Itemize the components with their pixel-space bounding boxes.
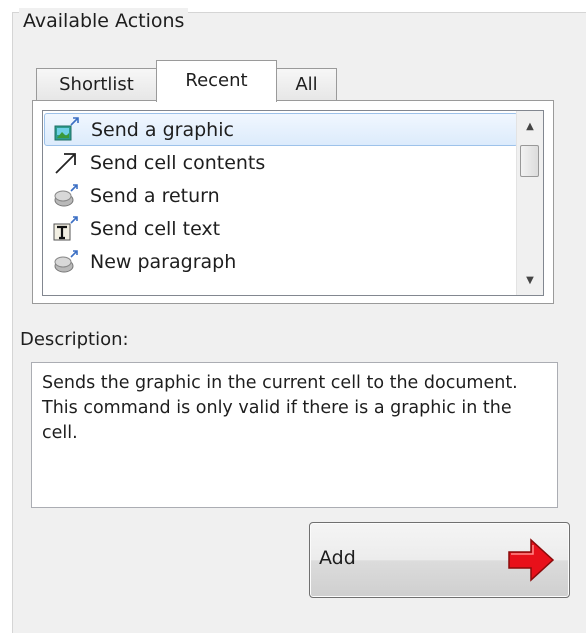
- text-send-icon: [53, 215, 79, 242]
- list-item-label: Send cell text: [90, 217, 221, 240]
- list-item-label: New paragraph: [90, 250, 237, 273]
- add-button-label: Add: [319, 547, 356, 569]
- list-item-label: Send a return: [90, 184, 220, 207]
- scroll-down-arrow-icon[interactable]: ▼: [517, 267, 543, 293]
- available-actions-panel: Available Actions Shortlist Recent All S…: [0, 0, 586, 633]
- tab-shortlist[interactable]: Shortlist: [36, 68, 157, 101]
- stapler-icon: [53, 183, 79, 209]
- stapler-icon: [53, 249, 79, 275]
- tab-panel-recent: Send a graphic Send cell contents Send a…: [32, 100, 554, 304]
- list-item-send-a-return[interactable]: Send a return: [44, 179, 518, 212]
- description-label: Description:: [20, 329, 129, 350]
- add-button[interactable]: Add: [309, 522, 570, 598]
- list-item-label: Send cell contents: [90, 151, 266, 174]
- tab-recent[interactable]: Recent: [156, 60, 277, 102]
- list-item-send-cell-contents[interactable]: Send cell contents: [44, 146, 518, 179]
- list-item-label: Send a graphic: [91, 118, 234, 141]
- scroll-up-arrow-icon[interactable]: ▲: [517, 113, 543, 139]
- description-text: Sends the graphic in the current cell to…: [31, 362, 558, 508]
- group-box-title: Available Actions: [19, 8, 189, 34]
- list-item-send-a-graphic[interactable]: Send a graphic: [44, 113, 518, 146]
- list-item-new-paragraph[interactable]: New paragraph: [44, 245, 518, 278]
- red-arrow-right-icon: [507, 537, 555, 583]
- list-item-send-cell-text[interactable]: Send cell text: [44, 212, 518, 245]
- graphic-send-icon: [54, 116, 80, 143]
- tab-all[interactable]: All: [276, 68, 337, 101]
- scroll-thumb[interactable]: [520, 145, 539, 177]
- arrow-up-right-icon: [53, 150, 79, 176]
- actions-listbox[interactable]: Send a graphic Send cell contents Send a…: [42, 110, 544, 296]
- list-scrollbar[interactable]: ▲ ▼: [516, 111, 543, 295]
